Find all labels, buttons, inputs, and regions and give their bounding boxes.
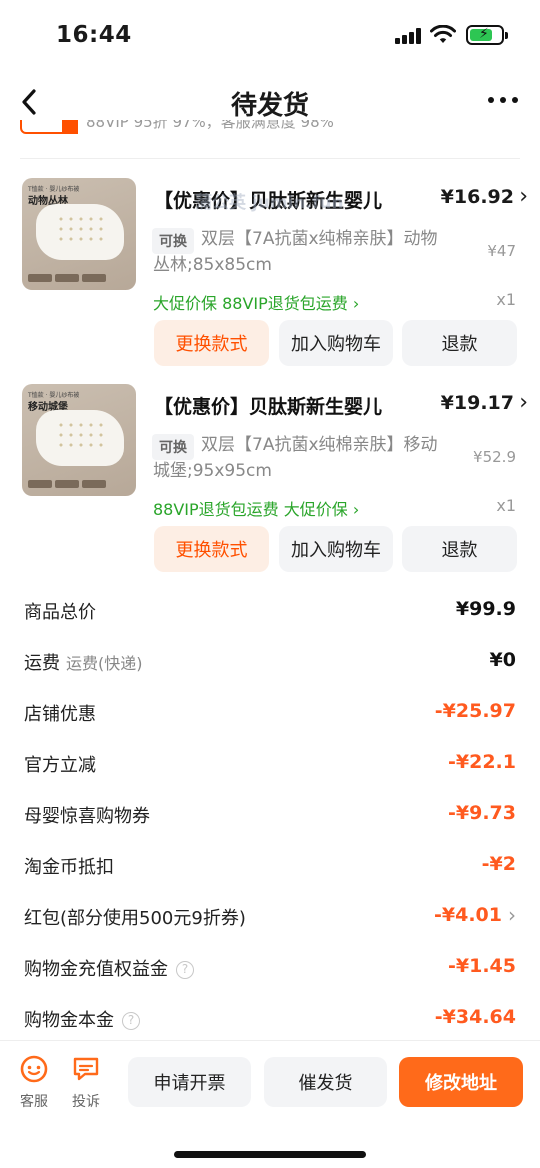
- wifi-icon: [430, 25, 456, 43]
- refund-button[interactable]: 退款: [402, 320, 517, 366]
- original-price: ¥52.9: [473, 448, 516, 466]
- summary-value: -¥9.73: [448, 802, 516, 824]
- modify-address-button[interactable]: 修改地址: [399, 1057, 523, 1107]
- service-button[interactable]: 客服: [14, 1055, 54, 1111]
- summary-value: ¥0: [489, 649, 516, 671]
- summary-row-principal: 购物金本金? -¥34.64: [24, 1000, 516, 1040]
- summary-value: ¥99.9: [455, 598, 516, 620]
- summary-label: 淘金币抵扣: [24, 857, 114, 878]
- summary-label: 运费: [24, 653, 60, 674]
- summary-label: 购物金充值权益金: [24, 959, 168, 980]
- summary-row-coupon: 母婴惊喜购物券 -¥9.73: [24, 796, 516, 836]
- summary-label: 红包(部分使用500元9折券): [24, 908, 246, 929]
- summary-label: 母婴惊喜购物券: [24, 806, 150, 827]
- urge-shipping-button[interactable]: 催发货: [264, 1057, 387, 1107]
- divider: [20, 158, 520, 159]
- summary-label: 商品总价: [24, 602, 96, 623]
- service-face-icon: [20, 1055, 48, 1083]
- summary-row-official: 官方立减 -¥22.1: [24, 745, 516, 785]
- clipped-banner-text: 88VIP 95折 97%，客服满意度 98%: [86, 120, 334, 131]
- summary-value: -¥4.01: [434, 904, 502, 926]
- original-price: ¥47: [487, 242, 516, 260]
- product-item[interactable]: T恤款 · 婴儿纱布被 移动城堡 【优惠价】贝肽斯新生婴儿 ¥19.17 双层【…: [0, 384, 540, 584]
- quantity: x1: [496, 290, 516, 309]
- product-thumbnail[interactable]: T恤款 · 婴儿纱布被 移动城堡: [22, 384, 136, 496]
- battery-icon: ⚡: [466, 25, 508, 45]
- promo-text[interactable]: 88VIP退货包运费 大促价保 ›: [153, 496, 359, 520]
- summary-value: -¥25.97: [434, 700, 516, 722]
- product-price[interactable]: ¥19.17: [441, 390, 529, 415]
- summary-row-coins: 淘金币抵扣 -¥2: [24, 847, 516, 887]
- help-icon[interactable]: ?: [122, 1012, 140, 1030]
- promo-text[interactable]: 大促价保 88VIP退货包运费 ›: [153, 290, 359, 314]
- bottom-action-bar: 客服 投诉 申请开票 催发货 修改地址: [0, 1040, 540, 1168]
- summary-label: 店铺优惠: [24, 704, 96, 725]
- product-spec: 双层【7A抗菌x纯棉亲肤】移动城堡;95x95cm: [153, 435, 438, 481]
- help-icon[interactable]: ?: [176, 961, 194, 979]
- swap-tag: 可换: [152, 434, 194, 460]
- service-label: 客服: [20, 1094, 48, 1110]
- summary-row-bonus: 购物金充值权益金? -¥1.45: [24, 949, 516, 989]
- summary-row-shop-discount: 店铺优惠 -¥25.97: [24, 694, 516, 734]
- refund-button[interactable]: 退款: [402, 526, 517, 572]
- summary-row-shipping: 运费 运费(快递) ¥0: [24, 643, 516, 683]
- status-time: 16:44: [56, 22, 132, 48]
- clipped-banner: 88VIP 95折 97%，客服满意度 98%: [0, 120, 540, 152]
- add-to-cart-button[interactable]: 加入购物车: [279, 320, 393, 366]
- signal-icon: [395, 28, 421, 44]
- complain-button[interactable]: 投诉: [66, 1055, 106, 1111]
- change-style-button[interactable]: 更换款式: [154, 526, 269, 572]
- product-price[interactable]: ¥16.92: [441, 184, 529, 209]
- more-dots-icon[interactable]: [488, 97, 518, 103]
- product-thumbnail[interactable]: T恤款 · 婴儿纱布被 动物丛林: [22, 178, 136, 290]
- summary-label: 购物金本金: [24, 1010, 114, 1031]
- invoice-button[interactable]: 申请开票: [128, 1057, 251, 1107]
- home-indicator[interactable]: [174, 1151, 366, 1158]
- summary-value: -¥2: [481, 853, 516, 875]
- watermark: 蒲公英 jumin.fun: [195, 193, 344, 213]
- swap-tag: 可换: [152, 228, 194, 254]
- change-style-button[interactable]: 更换款式: [154, 320, 269, 366]
- product-name[interactable]: 【优惠价】贝肽斯新生婴儿: [154, 392, 434, 419]
- summary-sublabel: 运费(快递): [66, 654, 143, 673]
- complain-label: 投诉: [72, 1094, 100, 1110]
- quantity: x1: [496, 496, 516, 515]
- add-to-cart-button[interactable]: 加入购物车: [279, 526, 393, 572]
- summary-row-total: 商品总价 ¥99.9: [24, 592, 516, 632]
- summary-value: -¥34.64: [434, 1006, 516, 1028]
- status-bar: 16:44 ⚡: [0, 0, 540, 70]
- summary-value: -¥22.1: [448, 751, 516, 773]
- shop-tag-icon: [20, 120, 78, 134]
- summary-row-redpacket[interactable]: 红包(部分使用500元9折券) -¥4.01 ›: [24, 898, 516, 938]
- summary-value: -¥1.45: [448, 955, 516, 977]
- summary-label: 官方立减: [24, 755, 96, 776]
- complain-chat-icon: [73, 1057, 99, 1081]
- product-spec: 双层【7A抗菌x纯棉亲肤】动物丛林;85x85cm: [153, 229, 438, 275]
- page-title: 待发货: [230, 91, 309, 121]
- chevron-right-icon[interactable]: ›: [508, 903, 516, 927]
